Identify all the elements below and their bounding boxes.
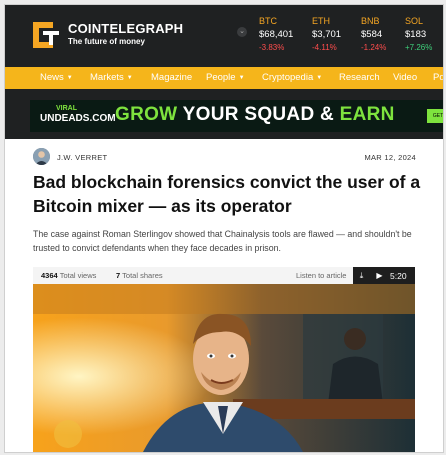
ticker-change: -3.83%	[259, 43, 285, 52]
ticker-symbol: SOL	[405, 16, 424, 26]
article-lead: The case against Roman Sterlingov showed…	[33, 229, 412, 253]
ticker-eth[interactable]: ETH $3,701 -4.11%	[312, 16, 341, 52]
brand-tagline: The future of money	[68, 37, 145, 46]
ad-logo: VIRAL UNDEADS.COM	[40, 104, 116, 124]
total-shares: 7 Total shares	[116, 271, 163, 280]
shares-count: 7	[116, 271, 121, 280]
ad-logo-main: UNDEADS.COM	[40, 113, 116, 124]
nav-item-video[interactable]: Video	[393, 72, 417, 83]
views-label: Total views	[59, 271, 97, 280]
article-stats-bar: 4364 Total views 7 Total shares Listen to …	[33, 267, 415, 284]
chevron-down-icon: ▼	[238, 75, 245, 81]
article-title: Bad blockchain forensics convict the use…	[33, 172, 421, 216]
ticker-symbol: ETH	[312, 16, 330, 26]
ticker-symbol: BTC	[259, 16, 277, 26]
nav-item-news[interactable]: News ▼	[40, 72, 73, 83]
ad-headline: GROW YOUR SQUAD & EARN	[115, 104, 395, 126]
views-count: 4364	[41, 271, 58, 280]
ad-cta-button[interactable]: GET	[427, 109, 443, 123]
audio-duration: 5:20	[390, 271, 407, 281]
nav-item-research[interactable]: Research	[339, 72, 380, 83]
ad-text-middle: YOUR SQUAD &	[182, 104, 335, 125]
nav-item-cryptopedia[interactable]: Cryptopedia ▼	[262, 72, 322, 83]
nav-label: People	[206, 72, 236, 83]
nav-item-magazine[interactable]: Magazine	[151, 72, 192, 83]
ad-text-grow: GROW	[115, 104, 178, 125]
ticker-bnb[interactable]: BNB $584 -1.24%	[361, 16, 386, 52]
nav-label: Pd	[433, 72, 444, 83]
nav-label: News	[40, 72, 64, 83]
publish-date: MAR 12, 2024	[364, 153, 416, 162]
ad-text-earn: EARN	[339, 104, 395, 125]
author-name[interactable]: J.W. VERRET	[57, 153, 107, 162]
ticker-change: -4.11%	[312, 43, 337, 52]
chevron-down-icon: ▼	[316, 75, 323, 81]
brand-name[interactable]: COINTELEGRAPH	[68, 21, 183, 36]
hero-illustration	[33, 284, 415, 452]
nav-label: Magazine	[151, 72, 193, 83]
chevron-down-icon: ▼	[126, 75, 133, 81]
nav-label: Research	[339, 72, 380, 83]
nav-item-podcasts[interactable]: Pd	[433, 72, 444, 83]
total-views: 4364 Total views	[41, 271, 96, 280]
ticker-price: $183	[405, 29, 427, 40]
nav-label: Cryptopedia	[262, 72, 314, 83]
nav-label: Video	[393, 72, 418, 83]
ticker-price: $3,701	[312, 29, 342, 40]
ticker-symbol: BNB	[361, 16, 380, 26]
author-avatar[interactable]	[33, 148, 50, 165]
cointelegraph-logo-icon[interactable]	[29, 18, 61, 52]
site-header: COINTELEGRAPH The future of money ⌄ BTC …	[5, 5, 443, 67]
download-icon[interactable]: ⤓	[353, 267, 370, 284]
ad-banner[interactable]: VIRAL UNDEADS.COM GROW YOUR SQUAD & EARN…	[30, 100, 443, 132]
nav-item-markets[interactable]: Markets ▼	[90, 72, 133, 83]
ticker-expand-icon[interactable]: ⌄	[237, 27, 247, 37]
ticker-price: $68,401	[259, 29, 294, 40]
main-nav: News ▼ Markets ▼ Magazine People ▼ Cryptope…	[5, 67, 443, 89]
browser-page: COINTELEGRAPH The future of money ⌄ BTC …	[4, 4, 444, 453]
play-icon[interactable]: ▶	[371, 267, 388, 284]
ticker-change: +7.26%	[405, 43, 433, 52]
ticker-btc[interactable]: BTC $68,401 -3.83%	[259, 16, 293, 52]
listen-label: Listen to article	[296, 271, 347, 280]
ticker-sol[interactable]: SOL $183 +7.26%	[405, 16, 432, 52]
chevron-down-icon: ▼	[66, 75, 73, 81]
shares-label: Total shares	[122, 271, 163, 280]
article-hero-image	[33, 284, 415, 452]
ticker-change: -1.24%	[361, 43, 387, 52]
nav-item-people[interactable]: People ▼	[206, 72, 245, 83]
ticker-price: $584	[361, 29, 383, 40]
avatar-image	[33, 148, 50, 165]
nav-label: Markets	[90, 72, 124, 83]
